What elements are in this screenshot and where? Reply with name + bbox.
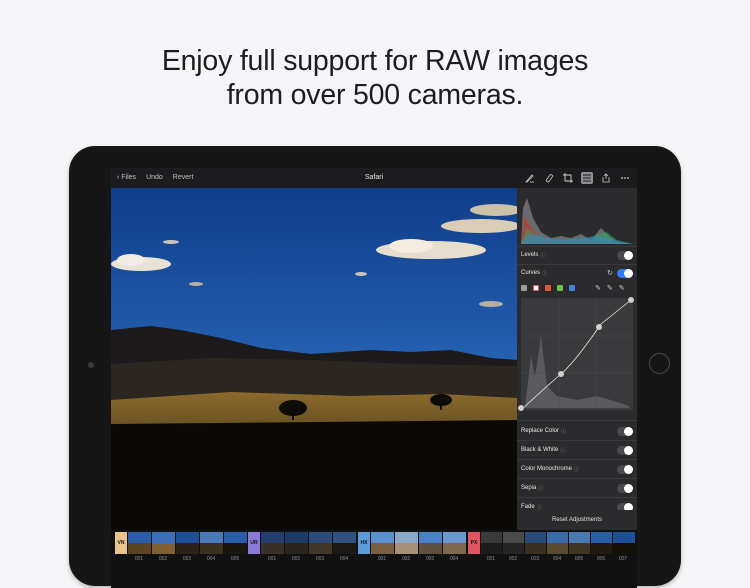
thumbnail[interactable] <box>128 532 151 554</box>
curves-row[interactable]: Curves ⓘ ↻ <box>521 266 633 280</box>
group-tag[interactable]: PX <box>468 532 480 554</box>
thumbnail[interactable] <box>371 532 394 554</box>
thumb-number: 004 <box>206 556 216 562</box>
thumb-number: 002 <box>291 556 301 562</box>
info-icon: ⓘ <box>560 447 566 454</box>
thumb-number: 004 <box>339 556 349 562</box>
reset-curve-icon[interactable]: ↻ <box>607 269 613 277</box>
thumbnail[interactable] <box>285 532 308 554</box>
brush-icon[interactable] <box>543 172 555 184</box>
thumb-number: 003 <box>182 556 192 562</box>
levels-label: Levels <box>521 252 539 258</box>
info-icon: ⓘ <box>538 485 544 492</box>
reset-adjustments-button[interactable]: Reset Adjustments <box>517 510 637 530</box>
black-white-label: Black & White <box>521 447 559 453</box>
thumbnail[interactable] <box>152 532 175 554</box>
info-icon: ⓘ <box>561 428 567 435</box>
thumb-number: 001 <box>486 556 496 562</box>
replace-color-label: Replace Color <box>521 428 560 434</box>
adjustments-icon[interactable] <box>581 172 593 184</box>
headline-line-2: from over 500 cameras. <box>226 79 524 111</box>
thumbnail[interactable] <box>569 532 590 554</box>
black-white-row[interactable]: Black & White ⓘ <box>521 443 633 457</box>
thumbnail[interactable] <box>419 532 442 554</box>
thumb-number: 002 <box>158 556 168 562</box>
info-icon: ⓘ <box>542 270 548 277</box>
thumb-number: 004 <box>449 556 459 562</box>
headline: Enjoy full support for RAW images from o… <box>0 44 750 112</box>
markup-icon[interactable] <box>524 172 536 184</box>
thumb-number: 007 <box>618 556 628 562</box>
thumbnail[interactable] <box>395 532 418 554</box>
top-toolbar: ‹ Files Undo Revert Safari <box>111 168 637 188</box>
camera-dot <box>88 362 94 368</box>
thumb-number: 001 <box>134 556 144 562</box>
home-button <box>649 353 670 374</box>
sepia-row[interactable]: Sepia ⓘ <box>521 481 633 495</box>
share-icon[interactable] <box>600 172 612 184</box>
filmstrip: VN UR HX PX 001 002 003 004 005 001 002 … <box>111 530 637 588</box>
more-icon[interactable] <box>619 172 631 184</box>
color-monochrome-toggle[interactable] <box>617 464 633 474</box>
thumbnail[interactable] <box>333 532 356 554</box>
thumbnail[interactable] <box>443 532 466 554</box>
sepia-toggle[interactable] <box>617 483 633 493</box>
thumbnail[interactable] <box>176 532 199 554</box>
curves-graph[interactable] <box>517 296 637 414</box>
info-icon: ⓘ <box>574 466 580 473</box>
thumb-number: 003 <box>425 556 435 562</box>
curves-toggle[interactable] <box>617 268 633 278</box>
levels-toggle[interactable] <box>617 250 633 260</box>
thumbnail[interactable] <box>525 532 546 554</box>
thumb-number: 006 <box>596 556 606 562</box>
thumbnail[interactable] <box>309 532 332 554</box>
thumbnail[interactable] <box>591 532 612 554</box>
thumbnail[interactable] <box>481 532 502 554</box>
levels-row[interactable]: Levels ⓘ <box>521 248 633 262</box>
thumb-number: 001 <box>267 556 277 562</box>
sepia-label: Sepia <box>521 485 537 491</box>
histogram <box>517 188 637 246</box>
thumbnail[interactable] <box>503 532 524 554</box>
channel-green-swatch[interactable] <box>557 285 563 291</box>
thumb-number: 002 <box>401 556 411 562</box>
color-monochrome-label: Color Monochrome <box>521 466 573 472</box>
photo-canvas[interactable] <box>111 188 522 530</box>
app-screen: ‹ Files Undo Revert Safari Levels ⓘ Curv… <box>111 168 637 588</box>
thumb-number: 004 <box>552 556 562 562</box>
thumb-number: 001 <box>377 556 387 562</box>
thumb-number: 005 <box>230 556 240 562</box>
info-icon: ⓘ <box>540 252 546 259</box>
thumbnail[interactable] <box>261 532 284 554</box>
channel-red-swatch[interactable] <box>545 285 551 291</box>
channel-selector: ✎ ✎ ✎ <box>521 284 625 292</box>
thumbnail[interactable] <box>200 532 223 554</box>
channel-blue-swatch[interactable] <box>569 285 575 291</box>
channel-rgb-swatch[interactable] <box>533 285 539 291</box>
thumbnail[interactable] <box>547 532 568 554</box>
group-tag[interactable]: UR <box>248 532 260 554</box>
thumb-number: 003 <box>315 556 325 562</box>
group-tag[interactable]: HX <box>358 532 370 554</box>
replace-color-toggle[interactable] <box>617 426 633 436</box>
thumbnail[interactable] <box>224 532 247 554</box>
thumb-number: 005 <box>574 556 584 562</box>
group-tag[interactable]: VN <box>115 532 127 554</box>
curves-label: Curves <box>521 270 541 276</box>
adjustments-panel: Levels ⓘ Curves ⓘ ↻ ✎ ✎ ✎ Replace Color … <box>517 188 637 530</box>
thumbnail[interactable] <box>613 532 635 554</box>
ipad-device: ‹ Files Undo Revert Safari Levels ⓘ Curv… <box>69 146 681 588</box>
channel-gray-swatch[interactable] <box>521 285 527 291</box>
headline-line-1: Enjoy full support for RAW images <box>161 45 589 77</box>
color-monochrome-row[interactable]: Color Monochrome ⓘ <box>521 462 633 476</box>
eyedropper-black-icon[interactable]: ✎ <box>595 284 601 292</box>
black-white-toggle[interactable] <box>617 445 633 455</box>
thumb-number: 003 <box>530 556 540 562</box>
eyedropper-white-icon[interactable]: ✎ <box>619 284 625 292</box>
eyedropper-gray-icon[interactable]: ✎ <box>607 284 613 292</box>
replace-color-row[interactable]: Replace Color ⓘ <box>521 424 633 438</box>
thumb-number: 002 <box>508 556 518 562</box>
crop-icon[interactable] <box>562 172 574 184</box>
